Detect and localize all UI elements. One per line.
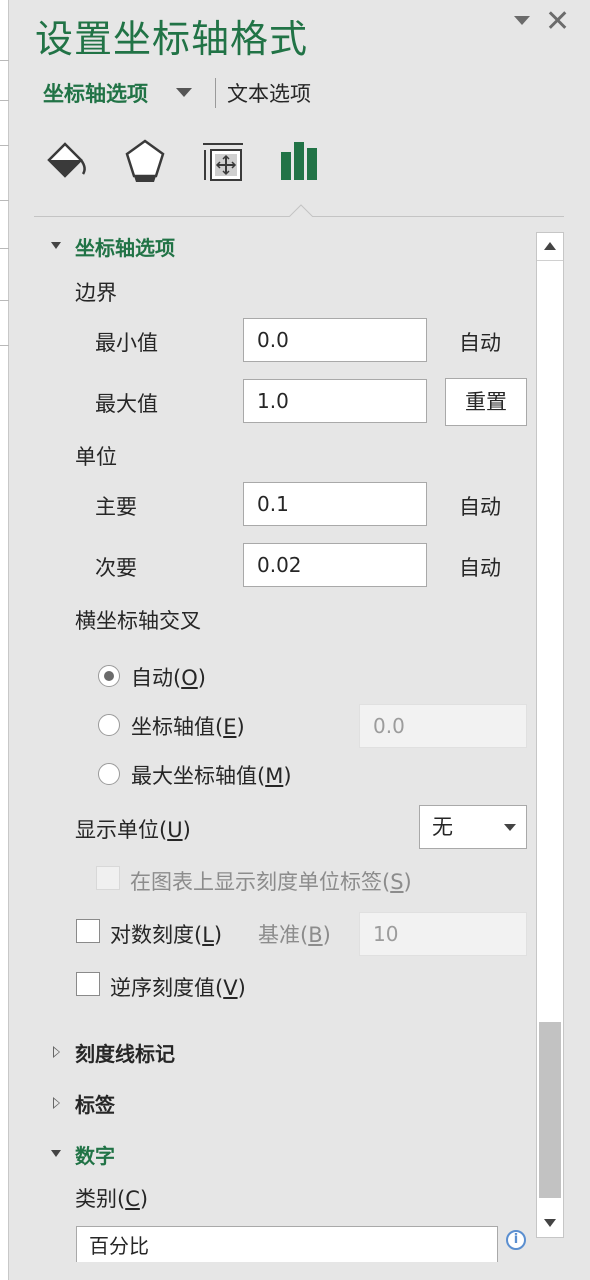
minor-label: 次要 — [95, 556, 137, 580]
crosses-label: 横坐标轴交叉 — [75, 609, 201, 633]
reverse-order-label: 逆序刻度值(V) — [110, 976, 246, 1000]
collapse-icon[interactable] — [51, 242, 61, 249]
display-units-value: 无 — [432, 815, 453, 839]
max-input[interactable]: 1.0 — [243, 379, 427, 423]
minor-input[interactable]: 0.02 — [243, 543, 427, 587]
expand-icon[interactable] — [53, 1046, 60, 1058]
log-scale-checkbox[interactable] — [76, 919, 100, 943]
chevron-down-icon — [504, 824, 516, 831]
chevron-down-icon[interactable] — [176, 88, 192, 97]
show-units-label-text: 在图表上显示刻度单位标签(S) — [130, 870, 412, 894]
scroll-thumb[interactable] — [539, 1022, 561, 1198]
info-icon[interactable]: i — [506, 1230, 526, 1250]
minor-auto-label: 自动 — [459, 556, 501, 580]
section-labels[interactable]: 标签 — [75, 1089, 115, 1118]
display-units-label: 显示单位(U) — [75, 818, 191, 842]
section-axis-options[interactable]: 坐标轴选项 — [75, 232, 175, 261]
radio-crosses-auto[interactable] — [98, 665, 120, 687]
size-properties-icon[interactable] — [199, 136, 247, 184]
major-auto-label: 自动 — [459, 495, 501, 519]
axis-options-icon[interactable] — [277, 136, 325, 184]
log-scale-label: 对数刻度(L) — [110, 923, 223, 947]
arrow-down-icon — [544, 1219, 556, 1227]
max-reset-button[interactable]: 重置 — [445, 378, 527, 426]
pane-title: 设置坐标轴格式 — [35, 17, 309, 61]
format-axis-pane: 设置坐标轴格式 ✕ 坐标轴选项 文本选项 坐标轴选项 边界 最小值 0.0 自动… — [9, 0, 590, 1280]
task-pane-options-icon[interactable] — [514, 16, 530, 25]
scroll-track[interactable] — [539, 263, 561, 1021]
section-number[interactable]: 数字 — [75, 1140, 115, 1169]
close-icon[interactable]: ✕ — [545, 4, 570, 40]
expand-icon[interactable] — [53, 1097, 60, 1109]
radio-crosses-max[interactable] — [98, 763, 120, 785]
units-label: 单位 — [75, 445, 117, 469]
radio-crosses-axis-value[interactable] — [98, 714, 120, 736]
scroll-up-button[interactable] — [537, 233, 563, 261]
major-input[interactable]: 0.1 — [243, 482, 427, 526]
tab-separator — [215, 78, 216, 108]
log-base-input[interactable]: 10 — [359, 912, 527, 956]
bounds-label: 边界 — [75, 281, 117, 305]
min-input[interactable]: 0.0 — [243, 318, 427, 362]
min-label: 最小值 — [95, 331, 158, 355]
show-units-label-checkbox[interactable] — [96, 866, 120, 890]
display-units-select[interactable]: 无 — [419, 805, 527, 849]
effects-icon[interactable] — [121, 136, 169, 184]
radio-crosses-axis-value-label[interactable]: 坐标轴值(E) — [131, 711, 245, 741]
crosses-axis-value-input[interactable]: 0.0 — [359, 704, 527, 748]
max-label: 最大值 — [95, 392, 158, 416]
tab-axis-options[interactable]: 坐标轴选项 — [43, 78, 148, 108]
min-auto-label: 自动 — [459, 331, 501, 355]
collapse-icon[interactable] — [51, 1150, 61, 1157]
major-label: 主要 — [95, 495, 137, 519]
vertical-scrollbar[interactable] — [536, 232, 564, 1238]
worksheet-edge — [0, 0, 9, 1280]
section-tick-marks[interactable]: 刻度线标记 — [75, 1038, 175, 1067]
scroll-down-button[interactable] — [537, 1209, 563, 1237]
tab-text-options[interactable]: 文本选项 — [227, 78, 311, 108]
reverse-order-checkbox[interactable] — [76, 972, 100, 996]
active-tab-pointer — [289, 204, 313, 217]
pane-bottom — [9, 1262, 590, 1280]
fill-line-icon[interactable] — [43, 136, 91, 184]
category-label: 类别(C) — [75, 1187, 149, 1211]
radio-crosses-auto-label[interactable]: 自动(O) — [131, 662, 206, 692]
radio-crosses-max-label[interactable]: 最大坐标轴值(M) — [131, 760, 292, 790]
log-base-label: 基准(B) — [258, 923, 331, 947]
arrow-up-icon — [544, 242, 556, 250]
category-select[interactable]: 百分比 — [76, 1226, 498, 1266]
